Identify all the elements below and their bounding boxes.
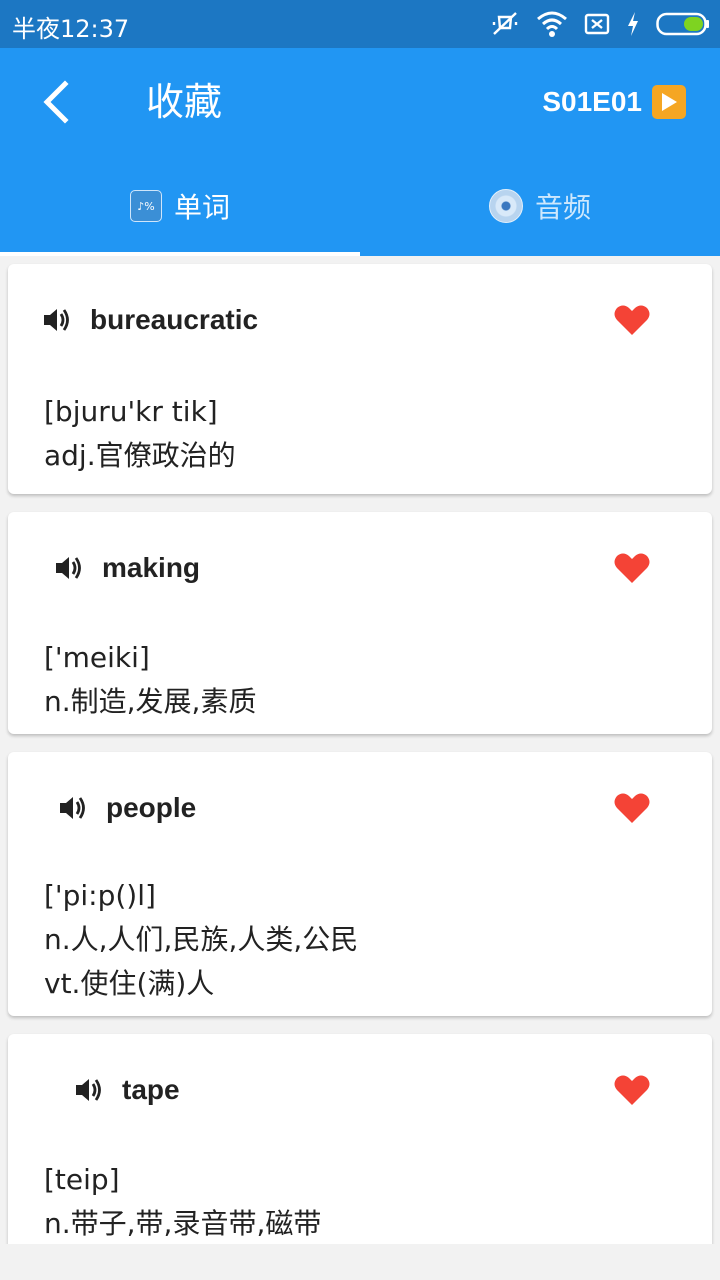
word-text: tape (122, 1074, 180, 1105)
speaker-icon[interactable] (42, 305, 72, 335)
symbols-icon: ♪% (129, 190, 162, 222)
word-text: making (102, 552, 201, 583)
word-detail: ['pi:p()l] n.人,人们,民族,人类,公民 vt.使住(满)人 (44, 874, 358, 1006)
sim-x-icon (584, 13, 610, 35)
battery-icon (656, 12, 709, 36)
heart-icon[interactable] (614, 304, 650, 336)
status-time: 半夜12:37 (12, 15, 130, 43)
play-button-icon (652, 85, 686, 119)
word-detail: [teip] n.带子,带,录音带,磁带 (44, 1158, 321, 1244)
tab-bar: ♪% 单词 音频 (0, 156, 720, 256)
disc-icon (488, 189, 523, 223)
wifi-icon (537, 11, 567, 37)
mute-icon (492, 12, 518, 35)
word-card[interactable]: bureaucratic [bjuru'kr tik] adj.官僚政治的 (8, 264, 712, 494)
status-icons (490, 10, 710, 38)
meaning-line: n.制造,发展,素质 (44, 685, 257, 718)
episode-label: S01E01 (542, 86, 642, 117)
tab-audio[interactable]: 音频 (360, 156, 720, 256)
phonetic: ['pi:p()l] (44, 879, 156, 912)
word-card[interactable]: tape [teip] n.带子,带,录音带,磁带 (8, 1034, 712, 1244)
meaning-line: vt.使住(满)人 (44, 967, 215, 1000)
meaning-line: adj.官僚政治的 (44, 439, 236, 472)
word-row: people (58, 790, 196, 826)
phonetic: ['meiki] (44, 641, 150, 674)
word-row: bureaucratic (42, 302, 258, 338)
word-row: making (54, 550, 200, 586)
meaning-line: n.人,人们,民族,人类,公民 (44, 923, 359, 956)
word-card[interactable]: making ['meiki] n.制造,发展,素质 (8, 512, 712, 734)
heart-icon[interactable] (614, 792, 650, 824)
heart-icon[interactable] (614, 552, 650, 584)
word-card[interactable]: people ['pi:p()l] n.人,人们,民族,人类,公民 vt.使住(… (8, 752, 712, 1016)
chevron-left-icon (43, 80, 69, 124)
tab-audio-label: 音频 (534, 191, 591, 224)
app-bar: 收藏 S01E01 (0, 48, 720, 156)
word-detail: ['meiki] n.制造,发展,素质 (44, 636, 256, 724)
favorites-list[interactable]: bureaucratic [bjuru'kr tik] adj.官僚政治的 ma… (0, 256, 720, 1244)
word-detail: [bjuru'kr tik] adj.官僚政治的 (44, 390, 236, 478)
speaker-icon[interactable] (54, 553, 84, 583)
episode-button[interactable]: S01E01 (542, 84, 686, 120)
heart-icon[interactable] (614, 1074, 650, 1106)
back-button[interactable] (28, 74, 84, 130)
speaker-icon[interactable] (58, 793, 88, 823)
phonetic: [teip] (44, 1163, 120, 1196)
word-text: people (106, 792, 197, 823)
word-row: tape (74, 1072, 180, 1108)
meaning-line: n.带子,带,录音带,磁带 (44, 1207, 322, 1240)
phonetic: [bjuru'kr tik] (44, 395, 218, 428)
word-text: bureaucratic (90, 304, 259, 335)
charging-icon (628, 12, 638, 36)
bottom-area (0, 1244, 720, 1280)
page-title: 收藏 (146, 80, 223, 124)
tab-words[interactable]: ♪% 单词 (0, 156, 360, 256)
status-bar: 半夜12:37 (0, 0, 720, 48)
tab-words-label: 单词 (173, 191, 230, 224)
speaker-icon[interactable] (74, 1075, 104, 1105)
